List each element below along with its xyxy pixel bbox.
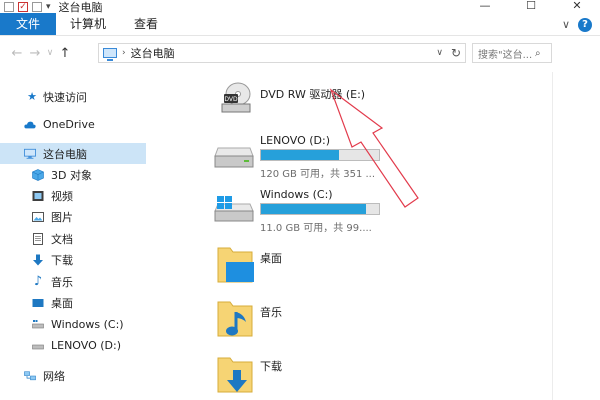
cloud-icon	[24, 119, 36, 131]
quick-access-toolbar: ✓ ▾	[0, 0, 51, 14]
computer-icon	[24, 148, 36, 160]
sidebar-item-windows-c[interactable]: Windows (C:)	[0, 314, 146, 335]
music-folder-label[interactable]: 音乐	[260, 304, 282, 320]
sidebar-item-pictures[interactable]: 图片	[0, 206, 146, 227]
download-folder-item[interactable]	[216, 352, 416, 398]
navigation-pane: ★ 快速访问 OneDrive 这台电脑 3D 对象 视频 图片 文档 下载 ♪…	[0, 72, 146, 400]
sidebar-item-videos[interactable]: 视频	[0, 185, 146, 206]
breadcrumb-separator: ›	[122, 48, 126, 58]
sidebar-item-music[interactable]: ♪ 音乐	[0, 271, 146, 292]
help-icon[interactable]: ?	[578, 18, 592, 32]
sidebar-item-lenovo-d[interactable]: LENOVO (D:)	[0, 335, 146, 356]
sidebar-item-label: 3D 对象	[51, 168, 92, 182]
document-icon	[32, 232, 44, 245]
tab-computer[interactable]: 计算机	[56, 13, 120, 35]
desktop-icon	[32, 297, 44, 309]
breadcrumb[interactable]: 这台电脑	[131, 45, 175, 61]
computer-icon	[103, 48, 117, 61]
address-bar[interactable]: › 这台电脑 ∨ ↻	[98, 43, 466, 63]
sidebar-item-label: OneDrive	[43, 118, 95, 131]
star-icon: ★	[27, 90, 37, 103]
checkmark-icon[interactable]: ✓	[18, 2, 28, 12]
search-input[interactable]: 搜索"这台...	[473, 46, 535, 61]
music-folder-item[interactable]	[216, 296, 416, 342]
sidebar-item-desktop[interactable]: 桌面	[0, 292, 146, 313]
drive-icon	[32, 319, 44, 331]
expand-ribbon-icon[interactable]: ∨	[562, 18, 570, 32]
sidebar-item-label: 网络	[43, 369, 65, 383]
recent-locations-button[interactable]: ∨	[44, 48, 56, 58]
sidebar-item-downloads[interactable]: 下载	[0, 249, 146, 270]
download-folder-icon	[216, 354, 256, 399]
windows-space-info: 11.0 GB 可用，共 99....	[260, 223, 372, 234]
back-button[interactable]: ←	[8, 46, 26, 61]
close-button[interactable]: ✕	[554, 0, 600, 14]
windows-drive-icon	[214, 196, 254, 227]
sidebar-item-onedrive[interactable]: OneDrive	[0, 114, 146, 135]
forward-button[interactable]: →	[26, 46, 44, 61]
music-folder-icon	[216, 298, 256, 343]
properties-icon[interactable]	[4, 2, 14, 12]
lenovo-usage-bar	[260, 149, 380, 161]
windows-usage-fill	[261, 204, 367, 214]
windows-usage-bar	[260, 203, 380, 215]
new-folder-icon[interactable]	[32, 2, 42, 12]
sidebar-item-quick-access[interactable]: ★ 快速访问	[0, 86, 146, 107]
sidebar-item-label: 文档	[51, 232, 73, 246]
minimize-button[interactable]: —	[462, 0, 508, 14]
maximize-button[interactable]: ☐	[508, 0, 554, 14]
file-list: DVD DVD RW 驱动器 (E:) LENOVO (D:) 120 GB 可…	[146, 72, 552, 400]
network-icon	[24, 370, 36, 382]
sidebar-item-3d-objects[interactable]: 3D 对象	[0, 164, 146, 185]
sidebar-item-this-pc[interactable]: 这台电脑	[0, 143, 146, 164]
desktop-folder-label[interactable]: 桌面	[260, 250, 282, 266]
music-icon: ♪	[33, 274, 43, 289]
windows-drive-name[interactable]: Windows (C:)	[260, 188, 333, 201]
navigation-bar: ← → ∨ ↑ › 这台电脑 ∨ ↻ 搜索"这台... ⌕	[0, 37, 600, 69]
download-folder-label[interactable]: 下载	[260, 358, 282, 374]
sidebar-item-documents[interactable]: 文档	[0, 228, 146, 249]
sidebar-item-label: 图片	[51, 210, 73, 224]
window-controls: — ☐ ✕	[462, 0, 600, 14]
desktop-folder-icon	[216, 244, 256, 289]
picture-icon	[32, 211, 44, 223]
search-icon[interactable]: ⌕	[535, 48, 541, 59]
dvd-logo-text: DVD	[224, 96, 238, 103]
sidebar-item-label: 这台电脑	[43, 147, 87, 161]
dvd-drive-icon: DVD	[216, 82, 254, 121]
cube-icon	[32, 168, 44, 181]
dvd-drive-name[interactable]: DVD RW 驱动器 (E:)	[260, 86, 365, 102]
sidebar-item-label: 桌面	[51, 296, 73, 310]
customize-toolbar-dropdown-icon[interactable]: ▾	[46, 2, 51, 12]
download-icon	[32, 254, 44, 266]
vertical-scrollbar[interactable]	[552, 72, 600, 400]
lenovo-space-info: 120 GB 可用，共 351 ...	[260, 169, 376, 180]
sidebar-item-label: LENOVO (D:)	[51, 339, 122, 352]
sidebar-item-label: 快速访问	[43, 90, 87, 104]
title-bar: ✓ ▾ 这台电脑 — ☐ ✕	[0, 0, 600, 14]
hard-drive-icon	[214, 146, 254, 173]
ribbon: 文件 计算机 查看 ∨ ?	[0, 13, 600, 36]
address-dropdown-icon[interactable]: ∨	[436, 48, 443, 58]
sidebar-item-label: Windows (C:)	[51, 318, 124, 331]
lenovo-drive-name[interactable]: LENOVO (D:)	[260, 134, 330, 147]
tab-view[interactable]: 查看	[120, 13, 172, 35]
desktop-folder-item[interactable]	[216, 242, 416, 288]
up-button[interactable]: ↑	[56, 46, 74, 61]
sidebar-item-network[interactable]: 网络	[0, 365, 146, 386]
refresh-icon[interactable]: ↻	[451, 46, 461, 60]
search-box[interactable]: 搜索"这台... ⌕	[472, 43, 552, 63]
sidebar-item-label: 视频	[51, 189, 73, 203]
tab-file[interactable]: 文件	[0, 13, 57, 35]
lenovo-usage-fill	[261, 150, 339, 160]
drive-icon	[32, 340, 44, 352]
video-icon	[32, 190, 44, 202]
sidebar-item-label: 下载	[51, 253, 73, 267]
ribbon-right: ∨ ?	[562, 18, 592, 32]
sidebar-item-label: 音乐	[51, 275, 73, 289]
